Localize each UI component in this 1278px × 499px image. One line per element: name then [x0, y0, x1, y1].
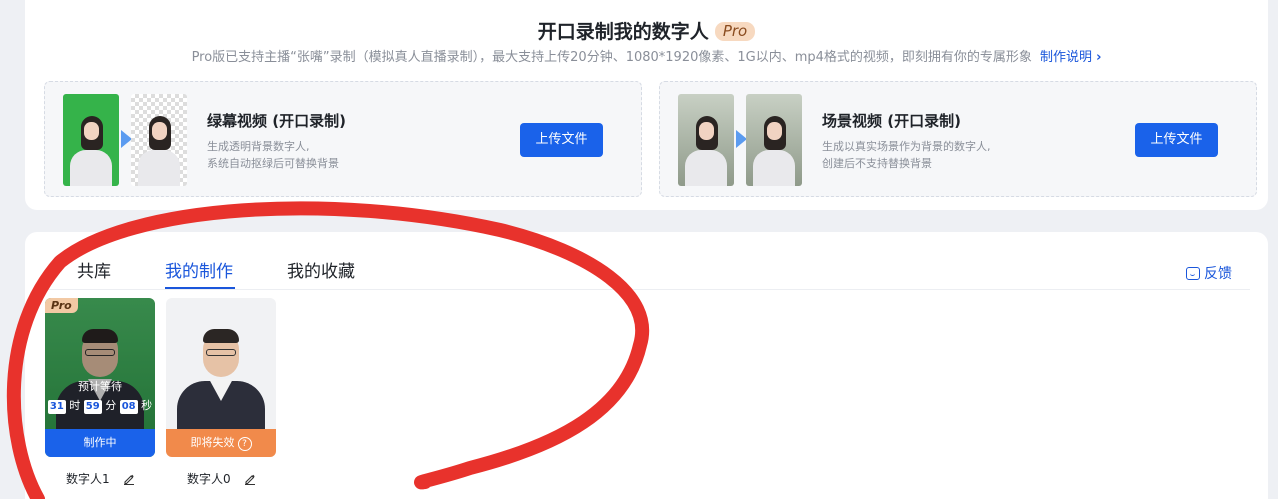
mode-description: 生成以真实场景作为背景的数字人, 创建后不支持替换背景	[822, 138, 991, 172]
countdown-minutes: 59	[83, 400, 102, 414]
avatar-name: 数字人0	[187, 470, 256, 487]
mode-desc-line: 生成以真实场景作为背景的数字人,	[822, 140, 991, 153]
countdown-seconds: 08	[119, 400, 138, 414]
mode-desc-line: 创建后不支持替换背景	[822, 157, 932, 170]
avatar-preview	[173, 325, 269, 431]
avatar-library-panel: 共库 我的制作 我的收藏 反馈 Pro 预计等待 31 时 59 分 08 秒 …	[25, 232, 1268, 499]
feedback-icon	[1186, 267, 1200, 280]
avatar-name-text: 数字人1	[66, 472, 110, 486]
page-title: 开口录制我的数字人 Pro	[25, 17, 1268, 44]
pro-badge: Pro	[714, 22, 756, 41]
feedback-button[interactable]: 反馈	[1186, 263, 1232, 283]
avatar-name-text: 数字人0	[187, 472, 231, 486]
hero-subtitle: Pro版已支持主播“张嘴”录制（模拟真人直播录制），最大支持上传20分钟、108…	[25, 46, 1268, 65]
status-text: 即将失效	[190, 436, 235, 449]
countdown-timer: 31 时 59 分 08 秒	[45, 397, 155, 414]
mode-description: 生成透明背景数字人, 系统自动抠绿后可替换背景	[207, 138, 339, 172]
tab-my-favorites[interactable]: 我的收藏	[287, 257, 355, 282]
transparent-thumbnail	[131, 94, 187, 186]
pro-badge: Pro	[45, 298, 78, 313]
upload-scene-video-button[interactable]: 上传文件	[1135, 123, 1218, 157]
mode-title: 绿幕视频 (开口录制)	[207, 112, 346, 130]
help-link[interactable]: 制作说明	[1040, 50, 1092, 65]
wait-label: 预计等待	[78, 380, 122, 393]
tab-my-creations[interactable]: 我的制作	[165, 257, 233, 282]
mode-title: 场景视频 (开口录制)	[822, 112, 961, 130]
avatar-name: 数字人1	[66, 470, 135, 487]
avatar-card[interactable]: Pro 预计等待 31 时 59 分 08 秒 制作中	[45, 298, 155, 457]
green-screen-thumbnail	[63, 94, 119, 186]
title-text: 开口录制我的数字人	[537, 21, 709, 43]
unit-label: 分	[105, 399, 117, 412]
feedback-label: 反馈	[1204, 266, 1232, 282]
avatar-card[interactable]: 即将失效?	[166, 298, 276, 457]
tabs-divider	[45, 289, 1250, 290]
scene-video-mode-card: 场景视频 (开口录制) 生成以真实场景作为背景的数字人, 创建后不支持替换背景 …	[659, 81, 1257, 197]
subtitle-text: Pro版已支持主播“张嘴”录制（模拟真人直播录制），最大支持上传20分钟、108…	[191, 50, 1032, 65]
mode-desc-line: 系统自动抠绿后可替换背景	[207, 157, 339, 170]
scene-thumbnail-result	[746, 94, 802, 186]
countdown-hours: 31	[47, 400, 66, 414]
scene-thumbnail-source	[678, 94, 734, 186]
unit-label: 秒	[141, 399, 153, 412]
tab-public-library[interactable]: 共库	[77, 257, 111, 282]
status-badge: 即将失效?	[166, 429, 276, 457]
question-icon[interactable]: ?	[237, 437, 252, 451]
edit-icon[interactable]	[244, 473, 256, 485]
chevron-right-icon[interactable]: ›	[1096, 50, 1101, 65]
green-screen-mode-card: 绿幕视频 (开口录制) 生成透明背景数字人, 系统自动抠绿后可替换背景 上传文件	[44, 81, 642, 197]
mode-desc-line: 生成透明背景数字人,	[207, 140, 310, 153]
unit-label: 时	[69, 399, 81, 412]
status-badge: 制作中	[45, 429, 155, 457]
edit-icon[interactable]	[123, 473, 135, 485]
upload-green-screen-button[interactable]: 上传文件	[520, 123, 603, 157]
